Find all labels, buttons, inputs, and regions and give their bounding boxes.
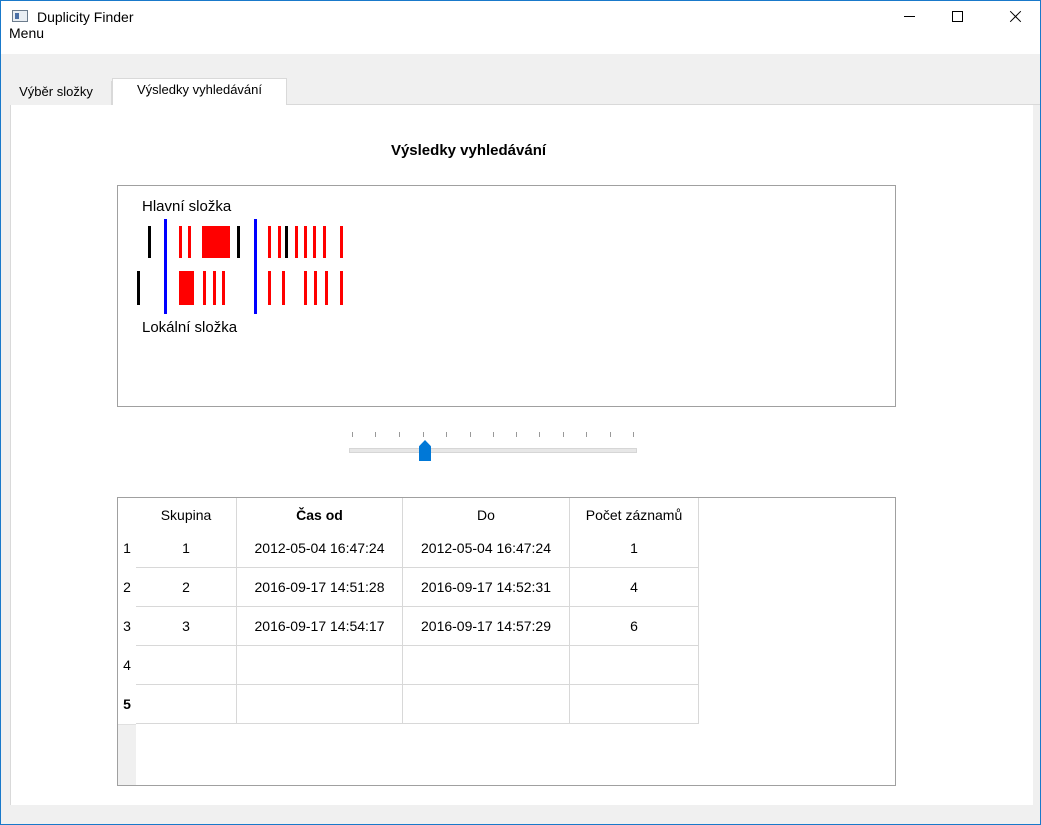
timeline-marker[interactable] [282, 271, 285, 305]
table-cell[interactable]: 4 [570, 568, 699, 607]
timeline-marker[interactable] [314, 271, 317, 305]
timeline-marker[interactable] [304, 271, 307, 305]
timeline-marker[interactable] [179, 271, 194, 305]
close-button[interactable] [992, 1, 1038, 32]
table-cell[interactable]: 2012-05-04 16:47:24 [237, 529, 403, 568]
slider-tick [493, 432, 494, 437]
tab-folder-selection[interactable]: Výběr složky [1, 81, 112, 105]
timeline-marker[interactable] [268, 226, 271, 258]
timeline-marker[interactable] [325, 271, 328, 305]
slider-track[interactable] [349, 448, 637, 453]
timeline-marker[interactable] [137, 271, 140, 305]
minimize-button[interactable] [886, 1, 932, 32]
table-cell[interactable] [403, 646, 570, 685]
table-cell[interactable]: 2016-09-17 14:54:17 [237, 607, 403, 646]
slider-tick [470, 432, 471, 437]
table-cell[interactable]: 2016-09-17 14:57:29 [403, 607, 570, 646]
slider-tick [446, 432, 447, 437]
page-title: Výsledky vyhledávání [390, 142, 547, 159]
slider-tick [539, 432, 540, 437]
app-icon [12, 10, 28, 22]
timeline-marker[interactable] [285, 226, 288, 258]
table-cell[interactable] [237, 685, 403, 724]
table-cell[interactable]: 6 [570, 607, 699, 646]
timeline-marker[interactable] [188, 226, 191, 258]
table-cell[interactable] [403, 685, 570, 724]
timeline-marker[interactable] [340, 226, 343, 258]
table-cell[interactable]: 2016-09-17 14:52:31 [403, 568, 570, 607]
slider-tick [633, 432, 634, 437]
timeline-marker[interactable] [323, 226, 326, 258]
table-cell[interactable]: 1 [136, 529, 237, 568]
app-window: Duplicity Finder Menu Výběr složky Výsle… [0, 0, 1041, 825]
group-separator [254, 219, 257, 314]
status-bar [1, 805, 1040, 824]
table-cell[interactable]: 2012-05-04 16:47:24 [403, 529, 570, 568]
maximize-button[interactable] [934, 1, 980, 32]
table-cell[interactable] [570, 646, 699, 685]
timeline-marker[interactable] [148, 226, 151, 258]
menu-item-menu[interactable]: Menu [9, 25, 44, 41]
row-header[interactable]: 2 [118, 568, 136, 608]
timeline-marker[interactable] [268, 271, 271, 305]
group-slider[interactable] [349, 431, 637, 463]
results-table: Skupina Čas od Do Počet záznamů 1 2 3 4 … [117, 497, 896, 786]
row-header[interactable]: 1 [118, 529, 136, 569]
timeline-marker[interactable] [278, 226, 281, 258]
row-header[interactable]: 4 [118, 646, 136, 686]
table-cell[interactable]: 3 [136, 607, 237, 646]
slider-thumb[interactable] [419, 440, 431, 461]
timeline-marker[interactable] [313, 226, 316, 258]
slider-tick [610, 432, 611, 437]
slider-tick [586, 432, 587, 437]
title-bar[interactable]: Duplicity Finder [1, 1, 1040, 32]
timeline-marker[interactable] [295, 226, 298, 258]
group-separator [164, 219, 167, 314]
local-folder-label: Lokální složka [142, 319, 238, 336]
timeline-panel: Hlavní složka Lokální složka [117, 185, 896, 407]
table-cell[interactable]: 2 [136, 568, 237, 607]
menu-bar: Menu [1, 25, 1040, 54]
timeline-marker[interactable] [203, 271, 206, 305]
slider-tick [352, 432, 353, 437]
window-title: Duplicity Finder [37, 9, 134, 25]
timeline-marker[interactable] [202, 226, 230, 258]
row-header[interactable]: 5 [118, 685, 136, 725]
slider-tick [375, 432, 376, 437]
table-cell[interactable] [237, 646, 403, 685]
slider-tick [423, 432, 424, 437]
table-cell[interactable]: 1 [570, 529, 699, 568]
slider-tick [399, 432, 400, 437]
row-header[interactable]: 3 [118, 607, 136, 647]
table-cell[interactable] [136, 646, 237, 685]
timeline-marker[interactable] [304, 226, 307, 258]
timeline-marker[interactable] [222, 271, 225, 305]
table-cell[interactable] [570, 685, 699, 724]
slider-tick [563, 432, 564, 437]
tab-search-results[interactable]: Výsledky vyhledávání [112, 78, 287, 106]
timeline-marker[interactable] [213, 271, 216, 305]
table-cell[interactable]: 2016-09-17 14:51:28 [237, 568, 403, 607]
table-cell[interactable] [136, 685, 237, 724]
timeline-marker[interactable] [237, 226, 240, 258]
main-folder-label: Hlavní složka [142, 198, 232, 215]
slider-tick [516, 432, 517, 437]
timeline-marker[interactable] [340, 271, 343, 305]
timeline-marker[interactable] [179, 226, 182, 258]
